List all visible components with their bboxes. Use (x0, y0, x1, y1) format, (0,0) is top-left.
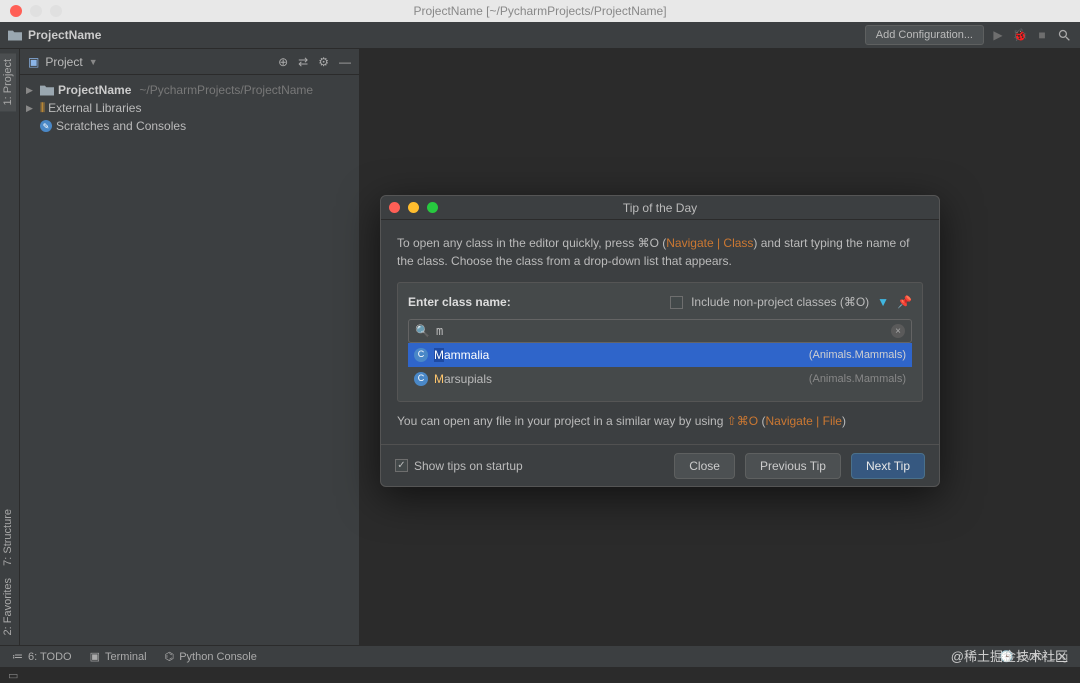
stop-icon[interactable]: ■ (1034, 27, 1050, 43)
tip-paragraph-1: To open any class in the editor quickly,… (397, 234, 923, 270)
run-icon[interactable]: ▶ (990, 27, 1006, 43)
tip-paragraph-2: You can open any file in your project in… (397, 412, 923, 430)
show-tips-checkbox-row[interactable]: Show tips on startup (395, 459, 523, 473)
minimize-window-icon[interactable] (30, 5, 42, 17)
library-icon: ⫼ (40, 102, 44, 115)
clear-input-icon[interactable]: × (891, 324, 905, 338)
class-icon: C (414, 348, 428, 362)
next-tip-button[interactable]: Next Tip (851, 453, 925, 479)
magnifier-icon: 🔍 (415, 322, 430, 340)
hide-panel-icon[interactable]: — (339, 55, 351, 69)
folder-icon (8, 30, 22, 41)
left-tool-gutter: 1: Project 7: Structure 2: Favorites (0, 49, 20, 645)
include-non-project-checkbox[interactable] (670, 296, 683, 309)
window-traffic-lights (0, 5, 62, 17)
result-row[interactable]: C Marsupials (Animals.Mammals) (408, 367, 912, 391)
debug-icon[interactable]: 🐞 (1012, 27, 1028, 43)
project-view-selector[interactable]: ▣ Project ▼ (28, 55, 98, 69)
close-button[interactable]: Close (674, 453, 735, 479)
gutter-project[interactable]: 1: Project (0, 53, 16, 111)
project-tree[interactable]: ▶ ProjectName ~/PycharmProjects/ProjectN… (20, 75, 359, 141)
dialog-close-icon[interactable] (389, 202, 400, 213)
dialog-body: To open any class in the editor quickly,… (381, 220, 939, 444)
tip-of-the-day-dialog: Tip of the Day To open any class in the … (380, 195, 940, 487)
window-titlebar: ProjectName [~/PycharmProjects/ProjectNa… (0, 0, 1080, 22)
close-window-icon[interactable] (10, 5, 22, 17)
include-non-project-label: Include non-project classes (⌘O) (691, 293, 869, 311)
dialog-maximize-icon[interactable] (427, 202, 438, 213)
navigation-bar: ProjectName Add Configuration... ▶ 🐞 ■ (0, 22, 1080, 49)
tree-external-libraries[interactable]: ▶ ⫼ External Libraries (20, 99, 359, 117)
chevron-right-icon[interactable]: ▶ (26, 85, 36, 96)
dialog-footer: Show tips on startup Close Previous Tip … (381, 444, 939, 486)
todo-tab[interactable]: ≔6: TODO (12, 650, 72, 663)
add-configuration-button[interactable]: Add Configuration... (865, 25, 984, 45)
gutter-structure[interactable]: 7: Structure (0, 503, 16, 572)
project-tool-window: ▣ Project ▼ ⊕ ⇄ ⚙ — ▶ ProjectName ~/Pych… (20, 49, 360, 645)
pin-icon[interactable]: 📌 (897, 293, 912, 311)
folder-icon (40, 85, 54, 96)
gutter-favorites[interactable]: 2: Favorites (0, 572, 16, 641)
filter-icon[interactable]: ▼ (877, 293, 889, 311)
scratches-icon: ✎ (40, 120, 52, 132)
chevron-right-icon[interactable]: ▶ (26, 103, 36, 114)
dialog-title: Tip of the Day (623, 201, 697, 215)
status-left-icon[interactable]: ▭ (8, 669, 18, 682)
tree-scratches[interactable]: ▶ ✎ Scratches and Consoles (20, 117, 359, 135)
class-search-input[interactable] (436, 324, 885, 338)
show-tips-checkbox[interactable] (395, 459, 408, 472)
dialog-titlebar[interactable]: Tip of the Day (381, 196, 939, 220)
maximize-window-icon[interactable] (50, 5, 62, 17)
previous-tip-button[interactable]: Previous Tip (745, 453, 841, 479)
class-search-input-row[interactable]: 🔍 × (408, 319, 912, 343)
window-title: ProjectName [~/PycharmProjects/ProjectNa… (413, 4, 666, 18)
bottom-tool-bar: ≔6: TODO ▣Terminal ⌬Python Console 🕒Even… (0, 645, 1080, 667)
search-example-widget: Enter class name: Include non-project cl… (397, 282, 923, 402)
python-console-tab[interactable]: ⌬Python Console (165, 650, 257, 663)
chevron-down-icon: ▼ (89, 57, 98, 67)
status-bar: ▭ (0, 667, 1080, 683)
breadcrumb-root: ProjectName (28, 28, 101, 42)
tree-root-row[interactable]: ▶ ProjectName ~/PycharmProjects/ProjectN… (20, 81, 359, 99)
class-icon: C (414, 372, 428, 386)
gear-icon[interactable]: ⚙ (318, 55, 329, 69)
search-icon[interactable] (1056, 27, 1072, 43)
result-row[interactable]: C Mammalia (Animals.Mammals) (408, 343, 912, 367)
expand-icon[interactable]: ⇄ (298, 55, 308, 69)
locate-icon[interactable]: ⊕ (278, 55, 288, 69)
search-results: C Mammalia (Animals.Mammals) C Marsupial… (408, 343, 912, 391)
breadcrumb[interactable]: ProjectName (8, 28, 101, 42)
project-panel-header: ▣ Project ▼ ⊕ ⇄ ⚙ — (20, 49, 359, 75)
watermark: @稀土掘金技术社区 (951, 646, 1068, 665)
terminal-tab[interactable]: ▣Terminal (90, 650, 147, 663)
dialog-minimize-icon[interactable] (408, 202, 419, 213)
enter-class-label: Enter class name: (408, 293, 511, 311)
